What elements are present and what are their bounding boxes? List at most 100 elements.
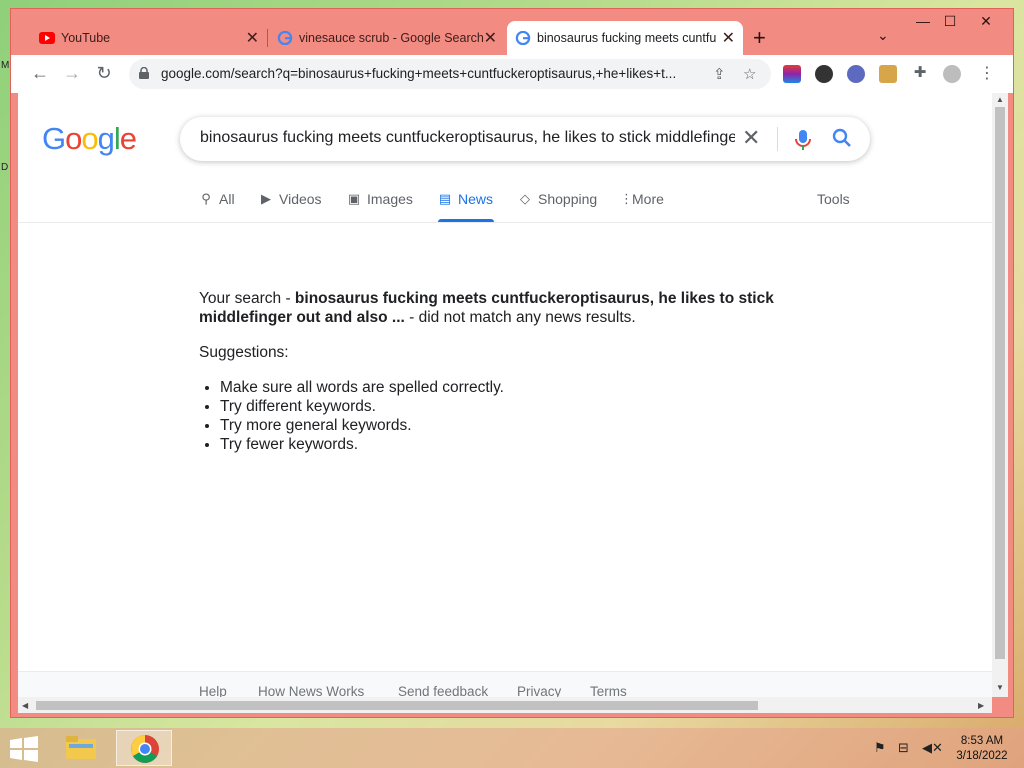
close-window-button[interactable]: ✕ xyxy=(971,13,1001,30)
youtube-icon xyxy=(39,32,55,44)
google-header: Google binosaurus fucking meets cuntfuck… xyxy=(18,93,992,223)
network-icon[interactable]: ⊟ xyxy=(898,740,909,756)
extension-doge-icon[interactable] xyxy=(879,65,897,83)
tab-label: Videos xyxy=(279,191,322,207)
scrollbar-thumb[interactable] xyxy=(995,107,1005,659)
image-icon: ▣ xyxy=(347,191,361,206)
more-vert-icon: ⋮ xyxy=(620,191,633,206)
share-icon[interactable]: ⇪ xyxy=(713,65,726,83)
scroll-down-arrow-icon[interactable]: ▼ xyxy=(996,683,1004,692)
close-tab-icon[interactable]: ✕ xyxy=(484,28,497,48)
suggestion-item: Try fewer keywords. xyxy=(220,435,779,454)
tab-vinesauce-search[interactable]: vinesauce scrub - Google Search ✕ xyxy=(269,21,505,55)
tools-button[interactable]: Tools xyxy=(817,191,850,207)
no-results-message: Your search - binosaurus fucking meets c… xyxy=(199,289,779,454)
chrome-taskbar-button[interactable] xyxy=(116,730,172,766)
tab-label: News xyxy=(458,191,494,207)
close-tab-icon[interactable]: ✕ xyxy=(722,28,735,48)
footer-link-privacy[interactable]: Privacy xyxy=(517,684,561,697)
file-explorer-taskbar-button[interactable] xyxy=(58,730,104,766)
suggestion-item: Try more general keywords. xyxy=(220,416,779,435)
tab-label: Images xyxy=(367,191,413,207)
extension-hat-icon[interactable] xyxy=(815,65,833,83)
search-input[interactable]: binosaurus fucking meets cuntfuckeroptis… xyxy=(200,129,735,147)
text-suffix: - did not match any news results. xyxy=(404,309,636,326)
scroll-right-arrow-icon[interactable]: ▶ xyxy=(978,701,984,710)
forward-button[interactable]: → xyxy=(61,63,83,84)
clear-search-icon[interactable]: ✕ xyxy=(742,125,760,151)
extension-icon[interactable] xyxy=(783,65,801,83)
suggestion-item: Make sure all words are spelled correctl… xyxy=(220,378,779,397)
new-tab-button[interactable]: + xyxy=(753,25,766,51)
tab-images[interactable]: ▣ Images xyxy=(347,191,413,207)
news-icon: ▤ xyxy=(438,191,452,206)
tab-strip: YouTube ✕ vinesauce scrub - Google Searc… xyxy=(11,9,1013,55)
tab-title: YouTube xyxy=(61,31,111,45)
tab-label: More xyxy=(632,191,664,207)
browser-window: YouTube ✕ vinesauce scrub - Google Searc… xyxy=(10,8,1014,718)
tab-search-icon[interactable]: ⌄ xyxy=(877,27,889,44)
footer-link-how-news-works[interactable]: How News Works xyxy=(258,684,364,697)
tab-active-search[interactable]: binosaurus fucking meets cuntfu ✕ xyxy=(507,21,743,55)
lock-icon xyxy=(139,67,149,79)
page-viewport: Google binosaurus fucking meets cuntfuck… xyxy=(18,93,992,697)
search-box[interactable]: binosaurus fucking meets cuntfuckeroptis… xyxy=(180,117,870,161)
video-icon: ▶ xyxy=(261,191,271,206)
scrollbar-thumb[interactable] xyxy=(36,701,758,710)
profile-avatar-icon[interactable] xyxy=(943,65,961,83)
maximize-button[interactable]: ☐ xyxy=(935,13,965,30)
browser-toolbar: ← → ↻ google.com/search?q=binosaurus+fuc… xyxy=(11,55,1013,93)
divider xyxy=(777,127,778,151)
address-bar[interactable]: google.com/search?q=binosaurus+fucking+m… xyxy=(129,59,771,89)
close-tab-icon[interactable]: ✕ xyxy=(246,28,259,48)
logo-letter: g xyxy=(97,121,115,156)
tab-more[interactable]: ⋮ More xyxy=(620,191,664,207)
windows-start-icon[interactable] xyxy=(10,736,38,762)
extension-creature-icon[interactable] xyxy=(847,65,865,83)
volume-muted-icon[interactable]: ◀✕ xyxy=(922,740,943,756)
google-logo[interactable]: Google xyxy=(42,121,137,157)
bookmark-star-icon[interactable]: ☆ xyxy=(743,65,756,83)
tab-title: vinesauce scrub - Google Search xyxy=(299,31,484,45)
search-icon[interactable] xyxy=(832,128,852,148)
clock-time: 8:53 AM xyxy=(960,735,1004,747)
tab-divider xyxy=(267,29,268,47)
tab-youtube[interactable]: YouTube ✕ xyxy=(31,21,267,55)
clock-date: 3/18/2022 xyxy=(956,750,1008,762)
system-clock[interactable]: 8:53 AM 3/18/2022 xyxy=(950,734,1014,764)
action-center-flag-icon[interactable]: ⚑ xyxy=(874,740,886,756)
desktop-icon-label: M xyxy=(1,60,10,71)
footer-link-terms[interactable]: Terms xyxy=(590,684,627,697)
footer-link-send-feedback[interactable]: Send feedback xyxy=(398,684,488,697)
tab-news[interactable]: ▤ News xyxy=(438,191,493,207)
search-icon: ⚲ xyxy=(201,191,211,206)
vertical-scrollbar[interactable]: ▲ ▼ xyxy=(992,93,1008,697)
url-text: google.com/search?q=binosaurus+fucking+m… xyxy=(161,66,677,81)
tab-videos[interactable]: ▶ Videos xyxy=(259,191,322,207)
microphone-icon[interactable] xyxy=(794,129,812,151)
horizontal-scrollbar[interactable]: ◀ ▶ xyxy=(18,697,992,713)
desktop-edge: M D xyxy=(0,50,10,720)
tab-label: Shopping xyxy=(538,191,598,207)
tab-shopping[interactable]: ◇ Shopping xyxy=(518,191,597,207)
tab-title: binosaurus fucking meets cuntfu xyxy=(537,31,717,45)
footer-link-help[interactable]: Help xyxy=(199,684,227,697)
logo-letter: e xyxy=(119,121,137,156)
tab-all[interactable]: ⚲ All xyxy=(199,191,235,207)
suggestions-list: Make sure all words are spelled correctl… xyxy=(220,378,779,454)
suggestion-item: Try different keywords. xyxy=(220,397,779,416)
taskbar: ⚑ ⊟ ◀✕ 8:53 AM 3/18/2022 xyxy=(0,728,1024,768)
suggestions-heading: Suggestions: xyxy=(199,344,289,361)
logo-letter: o xyxy=(81,121,98,156)
desktop-icon-label: D xyxy=(1,162,9,173)
tab-label: All xyxy=(219,191,235,207)
scroll-left-arrow-icon[interactable]: ◀ xyxy=(22,701,28,710)
minimize-button[interactable]: — xyxy=(908,13,938,29)
scroll-up-arrow-icon[interactable]: ▲ xyxy=(996,95,1004,104)
reload-button[interactable]: ↻ xyxy=(93,63,115,84)
back-button[interactable]: ← xyxy=(29,63,51,84)
google-g-icon xyxy=(515,31,531,45)
puzzle-extensions-icon[interactable]: ✚ xyxy=(909,63,931,81)
more-vert-icon[interactable]: ⋮ xyxy=(979,63,995,83)
page-footer: Help How News Works Send feedback Privac… xyxy=(18,671,992,697)
